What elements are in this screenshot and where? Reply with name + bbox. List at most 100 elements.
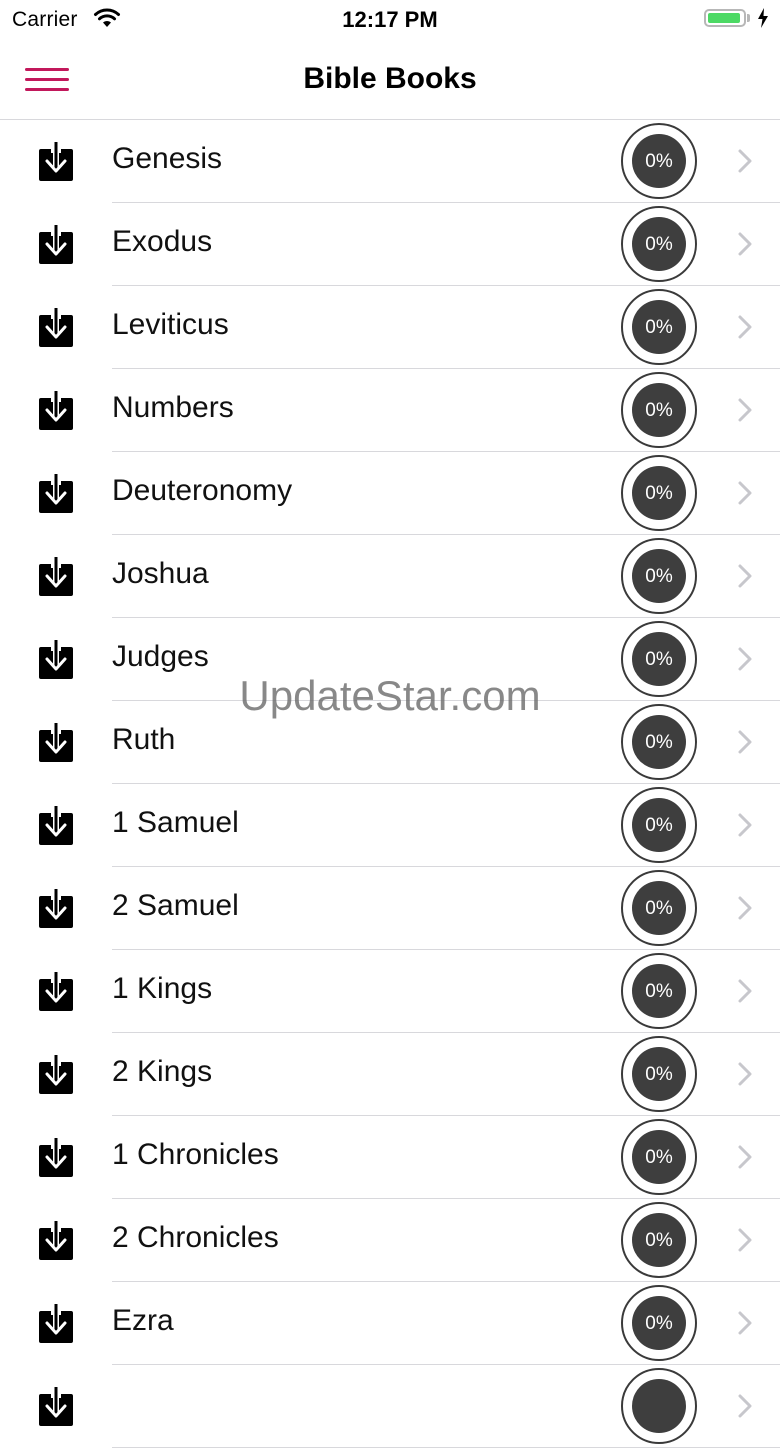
book-row[interactable]: Ezra 0% [0,1282,780,1365]
progress-ring: 0% [621,1036,697,1112]
chevron-right-icon [737,1310,753,1336]
chevron-right-icon [737,148,753,174]
status-time: 12:17 PM [342,7,438,32]
chevron-right-icon [737,1144,753,1170]
book-name: Ezra [112,1304,174,1337]
download-icon[interactable] [39,473,73,513]
chevron-right-icon [737,231,753,257]
book-row[interactable]: 2 Chronicles 0% [0,1199,780,1282]
progress-ring: 0% [621,455,697,531]
download-icon[interactable] [39,805,73,845]
progress-ring: 0% [621,1202,697,1278]
book-row[interactable] [0,1365,780,1448]
progress-percent: 0% [632,1047,686,1101]
download-icon[interactable] [39,971,73,1011]
progress-ring: 0% [621,787,697,863]
book-name: Deuteronomy [112,474,293,507]
progress-percent [632,1379,686,1433]
book-row[interactable]: Judges 0% [0,618,780,701]
book-name: 2 Chronicles [112,1221,279,1254]
book-name: Leviticus [112,308,229,341]
progress-ring: 0% [621,538,697,614]
book-row[interactable]: Leviticus 0% [0,286,780,369]
chevron-right-icon [737,895,753,921]
chevron-right-icon [737,480,753,506]
chevron-right-icon [737,314,753,340]
progress-percent: 0% [632,134,686,188]
progress-percent: 0% [632,715,686,769]
book-row[interactable]: Deuteronomy 0% [0,452,780,535]
progress-percent: 0% [632,964,686,1018]
book-name: Exodus [112,225,213,258]
book-name: 2 Kings [112,1055,213,1088]
chevron-right-icon [737,563,753,589]
book-name: Numbers [112,391,234,424]
book-row[interactable]: 1 Samuel 0% [0,784,780,867]
book-name: Joshua [112,557,209,590]
chevron-right-icon [737,397,753,423]
progress-percent: 0% [632,1213,686,1267]
chevron-right-icon [737,1393,753,1419]
download-icon[interactable] [39,1137,73,1177]
book-row[interactable]: 2 Samuel 0% [0,867,780,950]
progress-percent: 0% [632,549,686,603]
status-bar: Carrier 12:17 PM [0,0,780,40]
download-icon[interactable] [39,888,73,928]
progress-percent: 0% [632,798,686,852]
navigation-bar: Bible Books [0,40,780,120]
chevron-right-icon [737,646,753,672]
progress-percent: 0% [632,300,686,354]
download-icon[interactable] [39,1054,73,1094]
book-row[interactable]: 1 Chronicles 0% [0,1116,780,1199]
progress-ring: 0% [621,206,697,282]
progress-ring: 0% [621,289,697,365]
progress-ring [621,1368,697,1444]
page-title: Bible Books [303,62,477,95]
progress-ring: 0% [621,953,697,1029]
download-icon[interactable] [39,390,73,430]
book-name: 1 Kings [112,972,213,1005]
chevron-right-icon [737,812,753,838]
chevron-right-icon [737,1227,753,1253]
book-name: Judges [112,640,209,673]
book-row[interactable]: 2 Kings 0% [0,1033,780,1116]
progress-percent: 0% [632,383,686,437]
book-row[interactable]: Ruth 0% [0,701,780,784]
download-icon[interactable] [39,1303,73,1343]
charging-bolt-icon [757,8,769,33]
book-name: Ruth [112,723,176,756]
progress-ring: 0% [621,870,697,946]
book-name: 2 Samuel [112,889,239,922]
download-icon[interactable] [39,224,73,264]
book-row[interactable]: Joshua 0% [0,535,780,618]
download-icon[interactable] [39,1386,73,1426]
book-name: 1 Samuel [112,806,239,839]
progress-percent: 0% [632,466,686,520]
book-name: Genesis [112,142,223,175]
book-name: 1 Chronicles [112,1138,279,1171]
progress-ring: 0% [621,621,697,697]
download-icon[interactable] [39,1220,73,1260]
progress-percent: 0% [632,632,686,686]
book-row[interactable]: Genesis 0% [0,120,780,203]
progress-ring: 0% [621,704,697,780]
progress-ring: 0% [621,1285,697,1361]
book-row[interactable]: Numbers 0% [0,369,780,452]
download-icon[interactable] [39,722,73,762]
battery-nub [747,14,750,22]
book-row[interactable]: Exodus 0% [0,203,780,286]
download-icon[interactable] [39,556,73,596]
progress-ring: 0% [621,372,697,448]
download-icon[interactable] [39,141,73,181]
progress-percent: 0% [632,217,686,271]
chevron-right-icon [737,1061,753,1087]
progress-percent: 0% [632,881,686,935]
download-icon[interactable] [39,639,73,679]
book-list: Genesis 0% Exodus 0% Leviticus 0% Number… [0,120,780,1448]
progress-ring: 0% [621,1119,697,1195]
chevron-right-icon [737,729,753,755]
progress-percent: 0% [632,1130,686,1184]
download-icon[interactable] [39,307,73,347]
book-row[interactable]: 1 Kings 0% [0,950,780,1033]
chevron-right-icon [737,978,753,1004]
